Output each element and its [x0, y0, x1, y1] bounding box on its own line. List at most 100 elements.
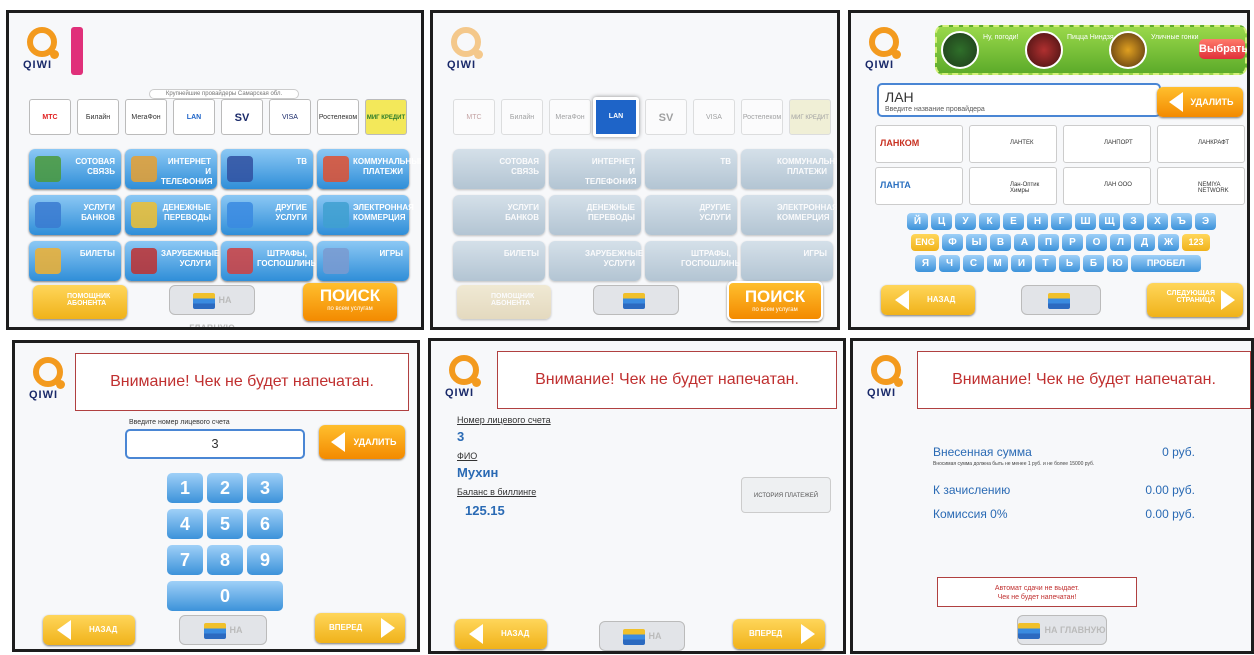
account-input[interactable]: 3 — [125, 429, 305, 459]
key-1-2[interactable]: Ы — [966, 234, 987, 251]
back-button[interactable]: НАЗАД — [881, 285, 975, 315]
result-lanta[interactable]: ЛАНТА — [875, 167, 963, 205]
key-6[interactable]: 6 — [247, 509, 283, 539]
key-1-3[interactable]: В — [990, 234, 1011, 251]
key-2[interactable]: 2 — [207, 473, 243, 503]
key-2-9[interactable]: ПРОБЕЛ — [1131, 255, 1201, 272]
key-2-2[interactable]: С — [963, 255, 984, 272]
key-4[interactable]: 4 — [167, 509, 203, 539]
back-button[interactable]: НАЗАД — [455, 619, 547, 649]
key-0-11[interactable]: Ъ — [1171, 213, 1192, 230]
provider-megafon[interactable]: МегаФон — [549, 99, 591, 135]
help-button[interactable]: ПОМОЩНИК АБОНЕНТА — [457, 285, 551, 319]
provider-mts[interactable]: МТС — [453, 99, 495, 135]
category-internet[interactable]: ИНТЕРНЕТ И ТЕЛЕФОНИЯ — [549, 149, 641, 189]
key-1-1[interactable]: Ф — [942, 234, 963, 251]
provider-visa-qiwi[interactable]: VISA — [693, 99, 735, 135]
category-ecommerce[interactable]: ЭЛЕКТРОННАЯ КОММЕРЦИЯ — [741, 195, 837, 235]
category-banks[interactable]: УСЛУГИ БАНКОВ — [453, 195, 545, 235]
choose-button[interactable]: Выбрать — [1199, 39, 1247, 59]
provider-mts[interactable]: МТС — [29, 99, 71, 135]
key-5[interactable]: 5 — [207, 509, 243, 539]
key-9[interactable]: 9 — [247, 545, 283, 575]
category-internet[interactable]: ИНТЕРНЕТ И ТЕЛЕФОНИЯ — [125, 149, 217, 189]
category-fines[interactable]: ШТРАФЫ, ГОСПОШЛИНЫ — [221, 241, 318, 281]
key-2-6[interactable]: Ь — [1059, 255, 1080, 272]
category-mobile[interactable]: СОТОВАЯ СВЯЗЬ — [453, 149, 545, 189]
key-1-9[interactable]: Д — [1134, 234, 1155, 251]
provider-sv[interactable]: SV — [645, 99, 687, 135]
home-button[interactable] — [1021, 285, 1101, 315]
key-0-9[interactable]: З — [1123, 213, 1144, 230]
delete-button[interactable]: УДАЛИТЬ — [1157, 87, 1243, 117]
category-tickets[interactable]: БИЛЕТЫ — [29, 241, 121, 281]
key-1-0[interactable]: ENG — [911, 234, 939, 251]
key-0-6[interactable]: Г — [1051, 213, 1072, 230]
key-2-5[interactable]: Т — [1035, 255, 1056, 272]
provider-lan[interactable]: LAN — [173, 99, 215, 135]
category-banks[interactable]: УСЛУГИ БАНКОВ — [29, 195, 121, 235]
category-transfers[interactable]: ДЕНЕЖНЫЕ ПЕРЕВОДЫ — [549, 195, 641, 235]
category-mobile[interactable]: СОТОВАЯ СВЯЗЬ — [29, 149, 121, 189]
home-button[interactable]: НА ГЛАВНУЮ — [169, 285, 255, 327]
key-1-6[interactable]: Р — [1062, 234, 1083, 251]
category-tickets[interactable]: БИЛЕТЫ — [453, 241, 545, 281]
provider-beeline[interactable]: Билайн — [501, 99, 543, 135]
provider-beeline[interactable]: Билайн — [77, 99, 119, 135]
home-button[interactable]: НА ГЛАВНУЮ — [599, 621, 685, 651]
key-3[interactable]: 3 — [247, 473, 283, 503]
search-button[interactable]: ПОИСК по всем услугам — [727, 281, 823, 321]
key-7[interactable]: 7 — [167, 545, 203, 575]
next-page-button[interactable]: СЛЕДУЮЩАЯ СТРАНИЦА — [1147, 283, 1243, 317]
forward-button[interactable]: ВПЕРЕД — [733, 619, 825, 649]
provider-mig-credit[interactable]: МИГ КРЕДИТ — [789, 99, 831, 135]
category-other[interactable]: ДРУГИЕ УСЛУГИ — [645, 195, 737, 235]
key-0-8[interactable]: Щ — [1099, 213, 1120, 230]
result-lan-optik[interactable]: Лан-Оптик Химры — [969, 167, 1057, 205]
key-0-7[interactable]: Ш — [1075, 213, 1096, 230]
category-tv[interactable]: ТВ — [221, 149, 313, 189]
key-0-2[interactable]: У — [955, 213, 976, 230]
home-button[interactable] — [593, 285, 679, 315]
delete-button[interactable]: УДАЛИТЬ — [319, 425, 405, 459]
result-lantek[interactable]: ЛАНТЕК — [969, 125, 1057, 163]
back-button[interactable]: НАЗАД — [43, 615, 135, 645]
payment-history-button[interactable]: ИСТОРИЯ ПЛАТЕЖЕЙ — [741, 477, 831, 513]
category-other[interactable]: ДРУГИЕ УСЛУГИ — [221, 195, 313, 235]
key-0[interactable]: 0 — [167, 581, 283, 611]
key-0-3[interactable]: К — [979, 213, 1000, 230]
result-lancraft[interactable]: ЛАНКРАФТ — [1157, 125, 1245, 163]
key-2-8[interactable]: Ю — [1107, 255, 1128, 272]
result-lan-ooo[interactable]: ЛАН ООО — [1063, 167, 1151, 205]
result-nemiya[interactable]: NEMIYA NETWORK — [1157, 167, 1245, 205]
category-foreign[interactable]: ЗАРУБЕЖНЫЕ УСЛУГИ — [125, 241, 219, 281]
key-1-7[interactable]: О — [1086, 234, 1107, 251]
key-8[interactable]: 8 — [207, 545, 243, 575]
key-2-3[interactable]: М — [987, 255, 1008, 272]
key-1[interactable]: 1 — [167, 473, 203, 503]
help-button[interactable]: ПОМОЩНИК АБОНЕНТА — [33, 285, 127, 319]
promo-banner[interactable]: Ну, погоди! Пицца Ниндзя Уличные гонки В… — [935, 25, 1247, 75]
key-2-0[interactable]: Я — [915, 255, 936, 272]
key-2-1[interactable]: Ч — [939, 255, 960, 272]
result-lanport[interactable]: ЛАНПОРТ — [1063, 125, 1151, 163]
home-button[interactable]: НА ГЛАВНУЮ — [179, 615, 267, 645]
category-games[interactable]: ИГРЫ — [741, 241, 833, 281]
key-1-8[interactable]: Л — [1110, 234, 1131, 251]
key-1-11[interactable]: 123 — [1182, 234, 1210, 251]
key-1-5[interactable]: П — [1038, 234, 1059, 251]
key-2-4[interactable]: И — [1011, 255, 1032, 272]
provider-megafon[interactable]: МегаФон — [125, 99, 167, 135]
key-0-10[interactable]: Х — [1147, 213, 1168, 230]
provider-visa-qiwi[interactable]: VISA — [269, 99, 311, 135]
forward-button[interactable]: ВПЕРЕД — [315, 613, 405, 643]
provider-lan-selected[interactable]: LAN — [593, 97, 639, 137]
category-transfers[interactable]: ДЕНЕЖНЫЕ ПЕРЕВОДЫ — [125, 195, 217, 235]
result-lancom[interactable]: ЛАНКОМ — [875, 125, 963, 163]
category-fines[interactable]: ШТРАФЫ, ГОСПОШЛИНЫ — [645, 241, 742, 281]
provider-rostelecom[interactable]: Ростелеком — [741, 99, 783, 135]
category-foreign[interactable]: ЗАРУБЕЖНЫЕ УСЛУГИ — [549, 241, 643, 281]
home-button[interactable]: НА ГЛАВНУЮ — [1017, 615, 1107, 645]
search-button[interactable]: ПОИСК по всем услугам — [303, 283, 397, 321]
provider-mig-credit[interactable]: МИГ КРЕДИТ — [365, 99, 407, 135]
